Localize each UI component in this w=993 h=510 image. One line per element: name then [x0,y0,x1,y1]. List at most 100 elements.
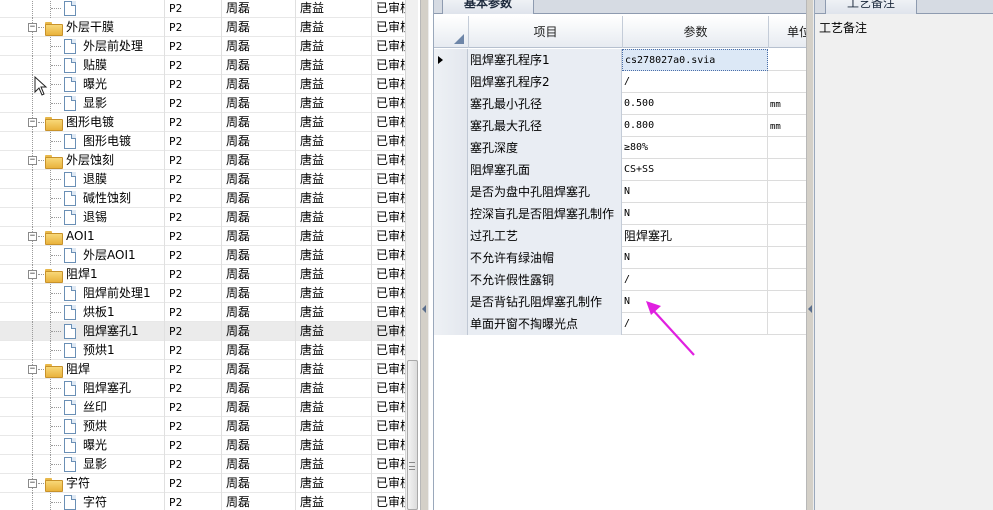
tree-step-row[interactable]: 外层AOI1 P2周磊唐益已审核 [0,246,405,265]
row-indicator[interactable] [434,203,468,225]
param-unit-cell[interactable] [768,291,807,313]
row-indicator[interactable] [434,93,468,115]
collapse-node-icon[interactable]: − [28,156,37,165]
auditor-cell[interactable]: 唐益 [295,0,371,18]
collapse-node-icon[interactable]: − [28,23,37,32]
auditor-cell[interactable]: 唐益 [295,379,371,398]
version-cell[interactable]: P2 [164,132,221,151]
tree-step-row[interactable]: 字符 P2周磊唐益已审核 [0,493,405,510]
maker-cell[interactable]: 周磊 [221,493,295,510]
version-cell[interactable]: P2 [164,417,221,436]
status-cell[interactable]: 已审核 [371,493,405,510]
version-cell[interactable]: P2 [164,246,221,265]
maker-cell[interactable]: 周磊 [221,322,295,341]
maker-cell[interactable]: 周磊 [221,94,295,113]
tree-folder-row[interactable]: − 字符 P2周磊唐益已审核 [0,474,405,493]
maker-cell[interactable]: 周磊 [221,37,295,56]
maker-cell[interactable]: 周磊 [221,436,295,455]
maker-cell[interactable]: 周磊 [221,284,295,303]
tree-step-row[interactable]: 曝光 P2周磊唐益已审核 [0,436,405,455]
param-unit-cell[interactable] [768,71,807,93]
maker-cell[interactable]: 周磊 [221,474,295,493]
maker-cell[interactable]: 周磊 [221,379,295,398]
tree-node[interactable]: 曝光 [0,75,164,94]
version-cell[interactable]: P2 [164,170,221,189]
param-row[interactable]: 塞孔深度 ≥80% [434,137,807,159]
auditor-cell[interactable]: 唐益 [295,455,371,474]
status-cell[interactable]: 已审核 [371,455,405,474]
auditor-cell[interactable]: 唐益 [295,322,371,341]
param-unit-cell[interactable]: mm [768,115,807,137]
version-cell[interactable]: P2 [164,18,221,37]
status-cell[interactable]: 已审核 [371,360,405,379]
status-cell[interactable]: 已审核 [371,75,405,94]
collapse-node-icon[interactable]: − [28,365,37,374]
param-row[interactable]: 过孔工艺 阻焊塞孔 [434,225,807,247]
auditor-cell[interactable]: 唐益 [295,284,371,303]
right-splitter[interactable] [806,0,814,510]
tree-step-row[interactable]: 预烘 P2周磊唐益已审核 [0,417,405,436]
row-indicator[interactable] [434,115,468,137]
collapse-right-arrow-icon[interactable] [808,305,812,313]
param-value-cell[interactable]: 0.800 [622,115,768,137]
param-row[interactable]: 单面开窗不掏曝光点 / [434,313,807,335]
status-cell[interactable]: 已审核 [371,474,405,493]
status-cell[interactable]: 已审核 [371,436,405,455]
param-row[interactable]: 塞孔最大孔径 0.800 mm [434,115,807,137]
tree-node[interactable]: 阻焊塞孔 [0,379,164,398]
tree-vertical-scrollbar[interactable] [405,0,418,510]
tree-step-row[interactable]: 烘板1 P2周磊唐益已审核 [0,303,405,322]
param-row[interactable]: 塞孔最小孔径 0.500 mm [434,93,807,115]
row-indicator[interactable] [434,247,468,269]
tree-node[interactable]: 退膜 [0,170,164,189]
auditor-cell[interactable]: 唐益 [295,94,371,113]
param-row[interactable]: 不允许假性露铜 / [434,269,807,291]
tree-node[interactable]: − 外层蚀刻 [0,151,164,170]
tree-node[interactable]: 烘板1 [0,303,164,322]
tree-node[interactable]: 外层前处理 [0,37,164,56]
param-unit-cell[interactable] [768,247,807,269]
tree-step-row[interactable]: 丝印 P2周磊唐益已审核 [0,398,405,417]
param-unit-cell[interactable] [768,313,807,335]
auditor-cell[interactable]: 唐益 [295,170,371,189]
param-unit-cell[interactable] [768,49,807,71]
maker-cell[interactable]: 周磊 [221,18,295,37]
param-row[interactable]: 是否为盘中孔阻焊塞孔 N [434,181,807,203]
status-cell[interactable]: 已审核 [371,170,405,189]
version-cell[interactable]: P2 [164,341,221,360]
auditor-cell[interactable]: 唐益 [295,474,371,493]
tree-step-row[interactable]: 显影 P2周磊唐益已审核 [0,94,405,113]
param-value-cell[interactable]: CS+SS [622,159,768,181]
param-unit-cell[interactable] [768,137,807,159]
auditor-cell[interactable]: 唐益 [295,56,371,75]
tree-node[interactable]: 退锡 [0,208,164,227]
status-cell[interactable]: 已审核 [371,379,405,398]
status-cell[interactable]: 已审核 [371,265,405,284]
auditor-cell[interactable]: 唐益 [295,246,371,265]
row-indicator[interactable] [434,269,468,291]
left-splitter[interactable] [420,0,429,510]
param-unit-cell[interactable] [768,181,807,203]
row-indicator[interactable] [434,71,468,93]
status-cell[interactable]: 已审核 [371,56,405,75]
collapse-node-icon[interactable]: − [28,232,37,241]
tree-step-row[interactable]: 碱性蚀刻 P2周磊唐益已审核 [0,189,405,208]
param-unit-cell[interactable] [768,203,807,225]
tree-node[interactable]: − 字符 [0,474,164,493]
param-row[interactable]: 阻焊塞孔面 CS+SS [434,159,807,181]
auditor-cell[interactable]: 唐益 [295,151,371,170]
version-cell[interactable]: P2 [164,322,221,341]
auditor-cell[interactable]: 唐益 [295,208,371,227]
auditor-cell[interactable]: 唐益 [295,37,371,56]
maker-cell[interactable]: 周磊 [221,170,295,189]
collapse-left-arrow-icon[interactable] [422,305,426,313]
status-cell[interactable]: 已审核 [371,132,405,151]
tree-node[interactable]: 字符 [0,493,164,510]
tree-node[interactable]: 阻焊塞孔1 [0,322,164,341]
param-row[interactable]: 是否背钻孔阻焊塞孔制作 N [434,291,807,313]
param-unit-cell[interactable] [768,269,807,291]
tree-node[interactable]: 曝光 [0,436,164,455]
status-cell[interactable]: 已审核 [371,208,405,227]
collapse-node-icon[interactable]: − [28,118,37,127]
maker-cell[interactable]: 周磊 [221,0,295,18]
